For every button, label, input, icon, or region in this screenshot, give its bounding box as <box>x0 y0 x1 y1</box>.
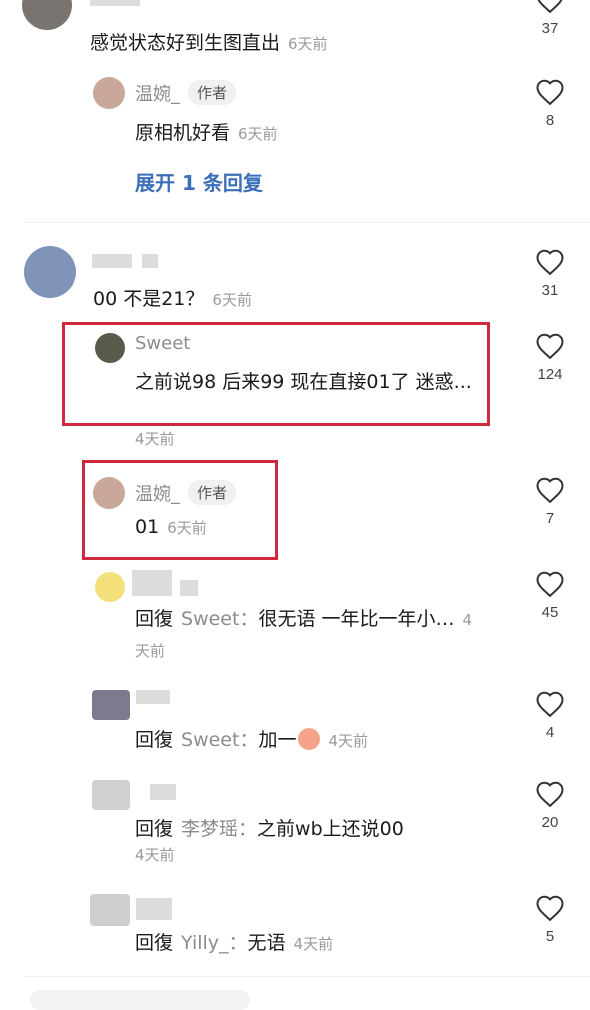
comment-text: 回復 Sweet：很无语 一年比一年小… 4天前 <box>135 608 473 660</box>
like-button[interactable]: 45 <box>530 570 570 621</box>
comment-text: 回復 Yilly_：无语 4天前 <box>135 932 334 954</box>
like-button[interactable]: 20 <box>530 780 570 831</box>
avatar[interactable] <box>95 572 125 602</box>
blurred-username <box>92 254 132 268</box>
like-button[interactable]: 37 <box>530 0 570 37</box>
author-badge: 作者 <box>188 80 237 105</box>
heart-icon <box>536 79 564 106</box>
avatar[interactable] <box>92 780 130 810</box>
comment-input-bar[interactable] <box>30 990 250 1010</box>
like-count: 8 <box>545 112 555 129</box>
username[interactable]: 温婉_ <box>135 484 180 505</box>
divider <box>24 976 590 977</box>
heart-icon <box>536 781 564 808</box>
like-count: 7 <box>545 510 555 527</box>
avatar[interactable] <box>93 77 125 109</box>
username[interactable]: Sweet <box>135 333 190 354</box>
author-badge: 作者 <box>188 480 237 505</box>
comment-text: 01 6天前 <box>135 516 207 538</box>
expand-replies-link[interactable]: 展开 1 条回复 <box>135 167 263 196</box>
highlight-box <box>82 460 278 560</box>
like-button[interactable]: 124 <box>530 332 570 383</box>
comment-text: 之前说98 后来99 现在直接01了 迷惑... <box>135 371 472 393</box>
blurred-username <box>142 254 158 268</box>
heart-icon <box>537 0 563 14</box>
timestamp: 4天前 <box>135 846 175 864</box>
like-count: 124 <box>537 366 563 383</box>
like-count: 45 <box>541 604 559 621</box>
heart-icon <box>536 691 564 718</box>
comment-text: 00 不是21？ 6天前 <box>93 288 252 310</box>
avatar[interactable] <box>93 477 125 509</box>
like-count: 5 <box>545 928 555 945</box>
author-row: 温婉_ 作者 <box>135 480 237 506</box>
comment-text: 回復 Sweet：加一 4天前 <box>135 728 369 751</box>
like-button[interactable]: 4 <box>530 690 570 741</box>
heart-icon <box>536 249 564 276</box>
username[interactable]: 温婉_ <box>135 84 180 105</box>
like-button[interactable]: 7 <box>530 476 570 527</box>
heart-icon <box>536 477 564 504</box>
avatar[interactable] <box>24 246 76 298</box>
blurred-username <box>90 0 140 6</box>
avatar[interactable] <box>92 690 130 720</box>
blurred-username <box>136 898 172 920</box>
blurred-username <box>150 784 176 800</box>
like-count: 4 <box>545 724 555 741</box>
avatar[interactable] <box>95 333 125 363</box>
comment-text: 原相机好看 6天前 <box>135 122 278 144</box>
like-count: 20 <box>541 814 559 831</box>
heart-icon <box>536 895 564 922</box>
like-count: 37 <box>541 20 559 37</box>
like-button[interactable]: 5 <box>530 894 570 945</box>
avatar[interactable] <box>22 0 72 30</box>
peach-emoji-icon <box>298 728 321 750</box>
blurred-username <box>180 580 198 596</box>
divider <box>24 222 590 223</box>
like-button[interactable]: 31 <box>530 248 570 299</box>
avatar[interactable] <box>90 894 130 926</box>
comment-text: 回復 李梦瑶：之前wb上还说00 <box>135 818 404 840</box>
heart-icon <box>536 571 564 598</box>
like-button[interactable]: 8 <box>530 78 570 129</box>
blurred-username <box>132 570 172 596</box>
blurred-username <box>136 690 170 704</box>
timestamp: 4天前 <box>135 430 175 448</box>
comment-text: 感觉状态好到生图直出 6天前 <box>90 32 328 54</box>
like-count: 31 <box>541 282 559 299</box>
heart-icon <box>536 333 564 360</box>
author-row: 温婉_ 作者 <box>135 80 237 106</box>
